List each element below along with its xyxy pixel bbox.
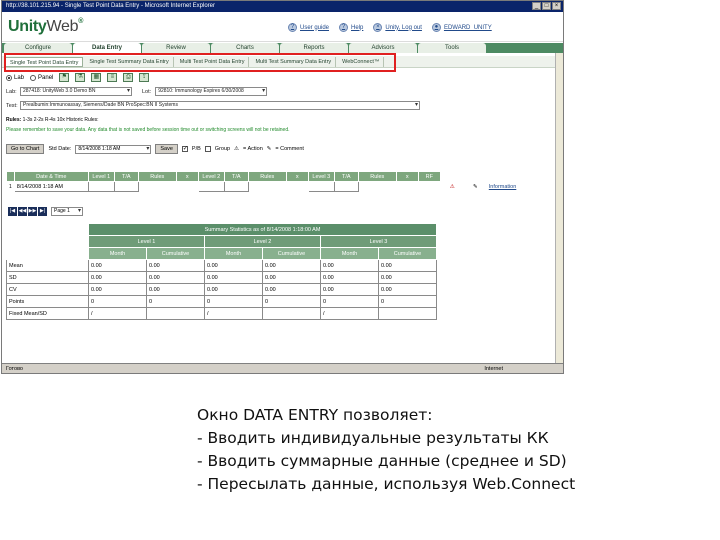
user-guide-icon: ? xyxy=(288,23,297,32)
user-icon: ● xyxy=(431,23,441,32)
level2-input[interactable] xyxy=(197,181,225,192)
comment-icon: ✎ xyxy=(266,146,272,152)
entry-controls: Go to Chart Std Date: 8/14/2008 1:18 AM … xyxy=(6,144,304,154)
action-icon[interactable]: ⚠ xyxy=(439,181,465,192)
level1-input[interactable] xyxy=(87,181,115,192)
subtab-multi-test-summary[interactable]: Multi Test Summary Data Entry xyxy=(251,56,337,67)
subtab-single-test-summary[interactable]: Single Test Summary Data Entry xyxy=(85,56,174,67)
close-icon[interactable]: × xyxy=(552,2,561,10)
data-entry-grid: Date & Time Level 1 T/A Rules x Level 2 … xyxy=(6,171,520,192)
page-select[interactable]: Page 1 xyxy=(51,207,83,216)
radio-panel[interactable]: Panel xyxy=(30,74,53,81)
window-title-bar: http://38.101.215.94 - Single Test Point… xyxy=(2,1,563,12)
user-guide-link[interactable]: ? User guide xyxy=(288,23,329,32)
radio-lab[interactable]: Lab xyxy=(6,74,24,81)
grid-header-row: Date & Time Level 1 T/A Rules x Level 2 … xyxy=(6,171,520,182)
status-bar: Готово Internet xyxy=(2,363,563,373)
test-row: Test: Prealbumin:Immunoassay, Siemens/Da… xyxy=(6,101,420,110)
tab-review[interactable]: Review xyxy=(142,43,210,53)
level1-ta-select[interactable] xyxy=(113,181,139,192)
tab-reports[interactable]: Reports xyxy=(280,43,348,53)
fixed-mean-input[interactable]: / xyxy=(88,307,147,320)
summary-row-points: Points 00 00 00 xyxy=(6,295,437,308)
logout-icon: × xyxy=(373,23,383,32)
print-icon[interactable]: ⎙ xyxy=(123,73,134,82)
data-entry-subtabs: Single Test Point Data Entry Single Test… xyxy=(2,56,563,68)
action-icon: ⚠ xyxy=(234,146,240,152)
help-icon: ? xyxy=(339,23,349,32)
test-select[interactable]: Prealbumin:Immunoassay, Siemens/Dade BN … xyxy=(20,101,420,110)
group-checkbox[interactable] xyxy=(204,146,211,152)
prev-page-icon[interactable]: ◀◀ xyxy=(18,207,27,216)
save-warning: Please remember to save your data. Any d… xyxy=(6,127,290,133)
vertical-scrollbar[interactable] xyxy=(555,53,563,363)
lot-select[interactable]: 92810: Immunology Expires 6/30/2008 xyxy=(155,87,268,96)
tab-data-entry[interactable]: Data Entry xyxy=(73,43,141,53)
user-link[interactable]: ● EDWARD_UNITY xyxy=(431,23,492,32)
unityweb-logo: UnityWeb® xyxy=(8,18,84,35)
help-link[interactable]: ? Help xyxy=(339,23,363,32)
tree-icon[interactable]: ⚑ xyxy=(59,73,70,82)
view-toolbar: Lab Panel ⚑ ⚗ ▦ ≡ ⎙ ⇪ xyxy=(6,73,150,82)
caption-line-3: - Вводить суммарные данные (среднее и SD… xyxy=(197,452,567,470)
brand-bar: UnityWeb® ? User guide ? Help × Unity, L… xyxy=(2,12,563,42)
caption-line-4: - Пересылать данные, используя Web.Conne… xyxy=(197,475,576,493)
browser-window: http://38.101.215.94 - Single Test Point… xyxy=(1,0,564,374)
summary-statistics-table: Summary Statistics as of 8/14/2008 1:18:… xyxy=(6,223,437,320)
list-icon[interactable]: ≡ xyxy=(107,73,118,82)
summary-row-fixed: Fixed Mean/SD / / / xyxy=(6,307,437,320)
fixed-mean-input[interactable]: / xyxy=(320,307,379,320)
next-page-icon[interactable]: ▶▶ xyxy=(28,207,37,216)
maximize-icon[interactable]: □ xyxy=(542,2,551,10)
main-nav: Configure Data Entry Review Charts Repor… xyxy=(2,43,563,53)
status-zone: Internet xyxy=(484,366,503,372)
summary-title: Summary Statistics as of 8/14/2008 1:18:… xyxy=(88,223,437,236)
lab-select[interactable]: 287418: UnityWeb 3.0 Demo BN xyxy=(20,87,132,96)
level2-ta-select[interactable] xyxy=(223,181,249,192)
export-icon[interactable]: ⇪ xyxy=(139,73,150,82)
calendar-icon[interactable]: ▦ xyxy=(91,73,102,82)
rules-line: Rules: 1-3s 2-2s R-4s 10x Historic Rules… xyxy=(6,117,99,123)
minimize-icon[interactable]: _ xyxy=(532,2,541,10)
tab-advisors[interactable]: Advisors xyxy=(349,43,417,53)
subtab-multi-test-point[interactable]: Multi Test Point Data Entry xyxy=(176,56,250,67)
tab-configure[interactable]: Configure xyxy=(4,43,72,53)
caption-line-2: - Вводить индивидуальные результаты КК xyxy=(197,429,549,447)
first-page-icon[interactable]: |◀ xyxy=(8,207,17,216)
status-text: Готово xyxy=(6,366,23,372)
lab-icon[interactable]: ⚗ xyxy=(75,73,86,82)
last-page-icon[interactable]: ▶| xyxy=(38,207,47,216)
fixed-mean-input[interactable]: / xyxy=(204,307,263,320)
summary-row-cv: CV 0.00 0.00 0.00 0.00 0.00 0.00 xyxy=(6,283,437,296)
window-title: http://38.101.215.94 - Single Test Point… xyxy=(6,3,215,9)
tab-tools[interactable]: Tools xyxy=(418,43,486,53)
pb-checkbox[interactable]: ✓ xyxy=(181,146,188,152)
information-link[interactable]: Information xyxy=(485,181,520,192)
logout-link[interactable]: × Unity, Log out xyxy=(373,23,422,32)
date-select[interactable]: 8/14/2008 1:18 AM xyxy=(75,144,152,154)
tab-charts[interactable]: Charts xyxy=(211,43,279,53)
subtab-single-test-point[interactable]: Single Test Point Data Entry xyxy=(5,56,84,67)
lab-row: Lab: 287418: UnityWeb 3.0 Demo BN Lot: 9… xyxy=(6,87,268,96)
date-input[interactable]: 8/14/2008 1:18 AM xyxy=(13,181,89,192)
summary-row-mean: Mean 0.00 0.00 0.00 0.00 0.00 0.00 xyxy=(6,259,437,272)
go-to-chart-button[interactable]: Go to Chart xyxy=(6,144,45,154)
top-links: ? User guide ? Help × Unity, Log out ● E… xyxy=(288,23,492,32)
summary-row-sd: SD 0.00 0.00 0.00 0.00 0.00 0.00 xyxy=(6,271,437,284)
comment-icon[interactable]: ✎ xyxy=(463,181,487,192)
level3-input[interactable] xyxy=(307,181,335,192)
subtab-webconnect[interactable]: WebConnect™ xyxy=(338,56,385,67)
save-button[interactable]: Save xyxy=(155,144,178,154)
level3-ta-select[interactable] xyxy=(333,181,359,192)
slide-caption: Окно DATA ENTRY позволяет: - Вводить инд… xyxy=(197,404,697,496)
caption-line-1: Окно DATA ENTRY позволяет: xyxy=(197,406,433,424)
table-row: 1 8/14/2008 1:18 AM ⚠ ✎ Information xyxy=(6,181,520,192)
col-date: Date & Time xyxy=(13,171,89,182)
pager: |◀ ◀◀ ▶▶ ▶| Page 1 xyxy=(8,207,83,216)
